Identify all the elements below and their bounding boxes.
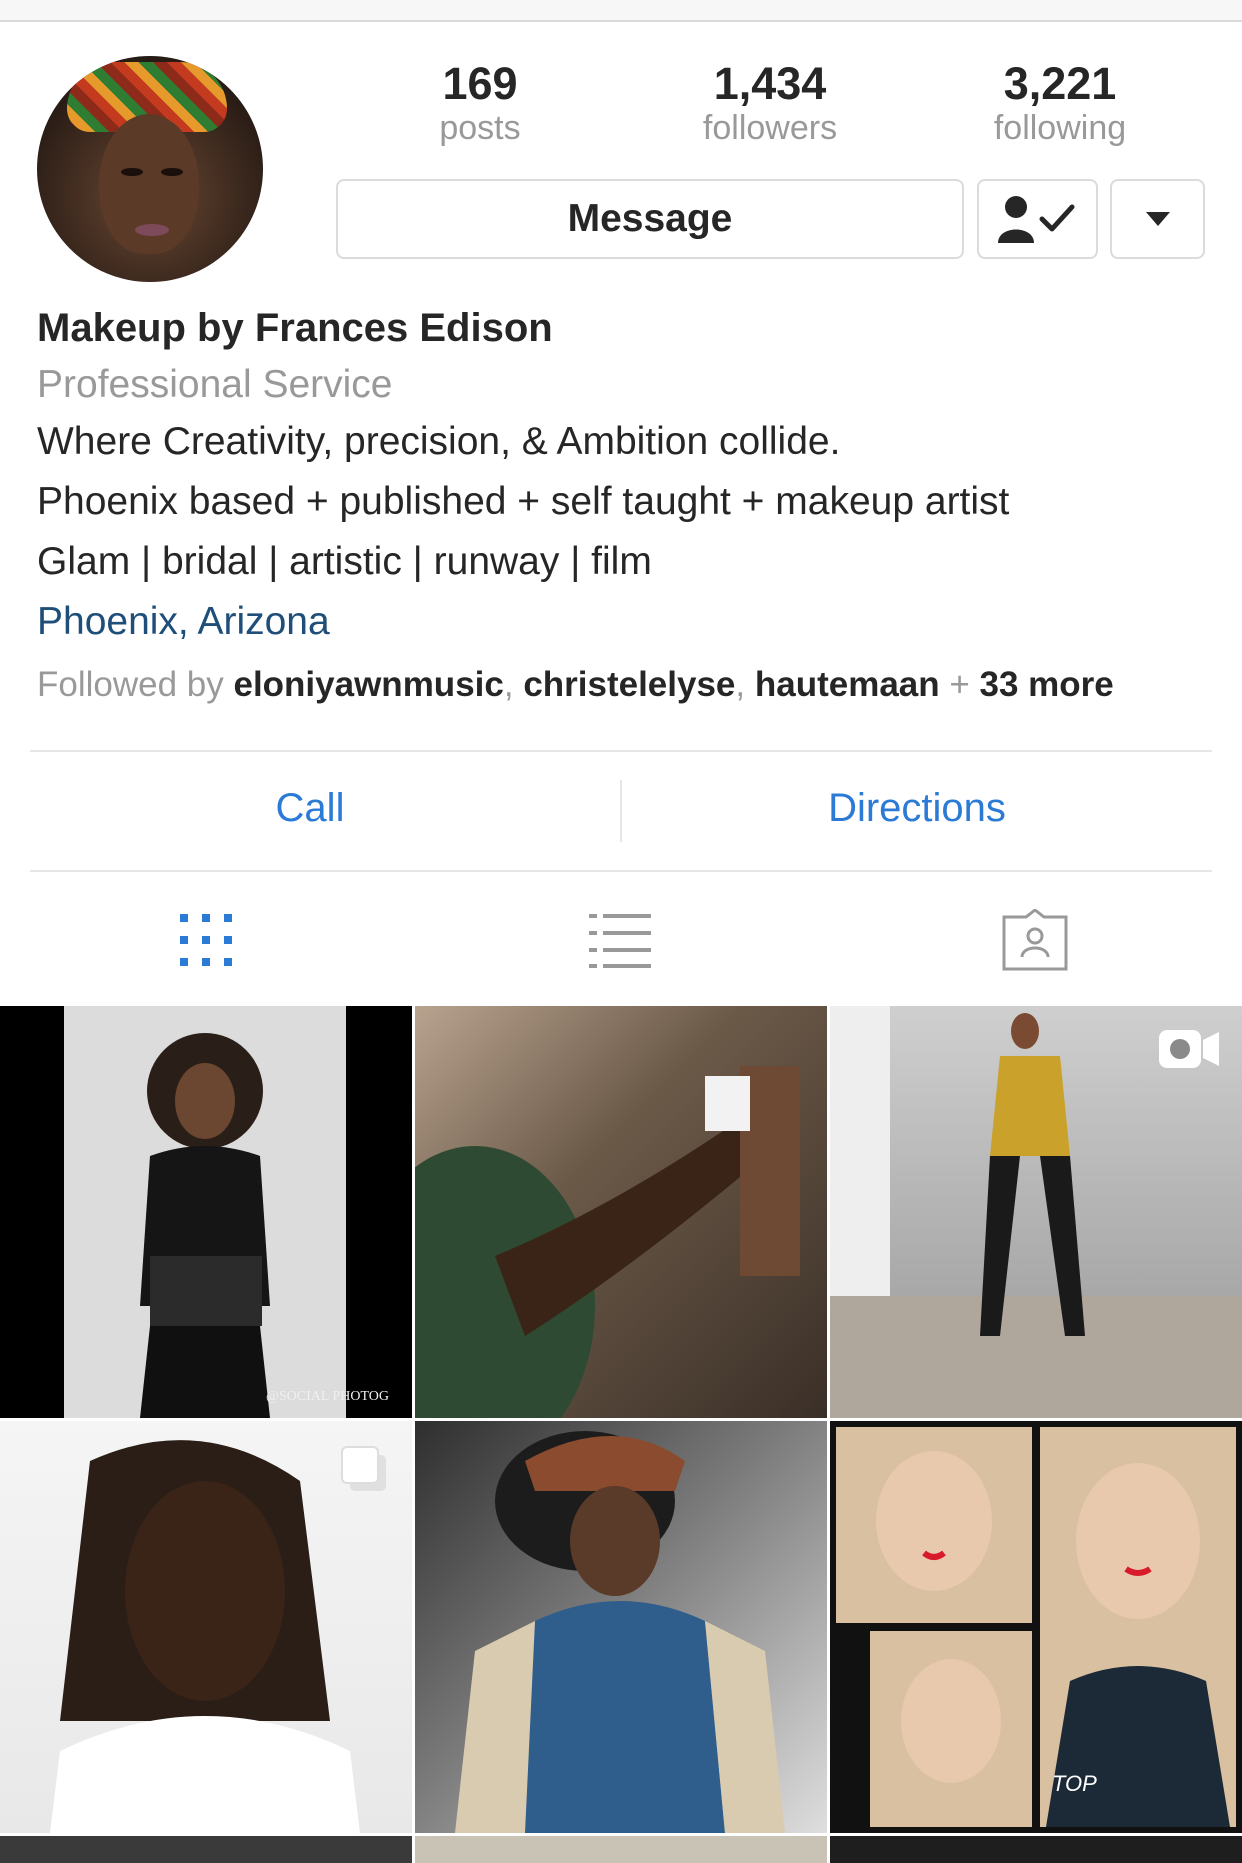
follower-username: hautemaan	[754, 665, 940, 704]
post-image	[455, 1431, 785, 1833]
plus-separator: +	[939, 665, 980, 704]
stat-following[interactable]: 3,221 following	[950, 58, 1170, 146]
directions-button[interactable]: Directions	[622, 786, 1212, 831]
avatar-lips	[135, 224, 169, 236]
list-icon	[589, 914, 651, 968]
follower-username: christelelyse	[523, 665, 736, 704]
profile-name: Makeup by Frances Edison	[37, 306, 553, 350]
following-status-button[interactable]	[977, 179, 1098, 259]
status-bar	[0, 0, 1242, 22]
more-options-button[interactable]	[1110, 179, 1205, 259]
more-followers: 33 more	[979, 665, 1114, 704]
tab-list[interactable]	[580, 900, 660, 980]
profile-avatar[interactable]	[37, 56, 263, 282]
post-thumbnail[interactable]	[415, 1421, 827, 1833]
bio-line: Phoenix based + published + self taught …	[37, 480, 1010, 523]
stat-followers[interactable]: 1,434 followers	[660, 58, 880, 146]
tagged-icon	[1002, 909, 1068, 971]
followers-count: 1,434	[713, 58, 827, 109]
post-thumbnail[interactable]: @SOCIAL PHOTOG	[0, 1006, 412, 1418]
location-link[interactable]: Phoenix, Arizona	[37, 600, 330, 644]
following-label: following	[993, 109, 1127, 147]
call-button[interactable]: Call	[30, 786, 590, 831]
follower-username: eloniyawnmusic	[233, 665, 504, 704]
following-count: 3,221	[1003, 58, 1117, 109]
bio-line: Where Creativity, precision, & Ambition …	[37, 420, 841, 463]
caret-down-icon	[1145, 212, 1170, 226]
tab-tagged[interactable]	[995, 900, 1075, 980]
posts-label: posts	[439, 109, 521, 147]
watermark: @SOCIAL PHOTOG	[266, 1389, 389, 1404]
post-thumbnail[interactable]	[415, 1006, 827, 1418]
followers-label: followers	[702, 109, 838, 147]
followed-by-prefix: Followed by	[37, 665, 234, 704]
avatar-eye	[161, 168, 183, 176]
separator: ,	[735, 665, 755, 704]
post-thumbnail[interactable]	[0, 1836, 412, 1863]
divider	[30, 750, 1212, 752]
person-check-icon	[997, 196, 1074, 243]
profile-category: Professional Service	[37, 363, 393, 406]
grid-icon	[180, 914, 232, 966]
post-thumbnail[interactable]	[0, 1421, 412, 1833]
avatar-eye	[121, 168, 143, 176]
posts-count: 169	[442, 58, 518, 109]
followed-by[interactable]: Followed by eloniyawnmusic, christelelys…	[37, 665, 1114, 705]
divider	[30, 870, 1212, 872]
stat-posts[interactable]: 169 posts	[370, 58, 590, 146]
bio-line: Glam | bridal | artistic | runway | film	[37, 540, 652, 583]
post-thumbnail[interactable]	[830, 1006, 1242, 1418]
post-image	[415, 1066, 800, 1418]
post-thumbnail[interactable]	[830, 1836, 1242, 1863]
post-grid: @SOCIAL PHOTOG TOP	[0, 1006, 1242, 1863]
separator: ,	[503, 665, 524, 704]
post-thumbnail[interactable]: TOP	[830, 1421, 1242, 1833]
post-thumbnail[interactable]	[415, 1836, 827, 1863]
post-image	[836, 1427, 1236, 1827]
shirt-text: TOP	[1052, 1771, 1097, 1796]
video-icon	[1159, 1030, 1219, 1068]
post-image	[64, 1006, 346, 1418]
carousel-icon	[341, 1446, 386, 1491]
message-button[interactable]: Message	[336, 179, 964, 259]
tab-grid[interactable]	[166, 900, 246, 980]
